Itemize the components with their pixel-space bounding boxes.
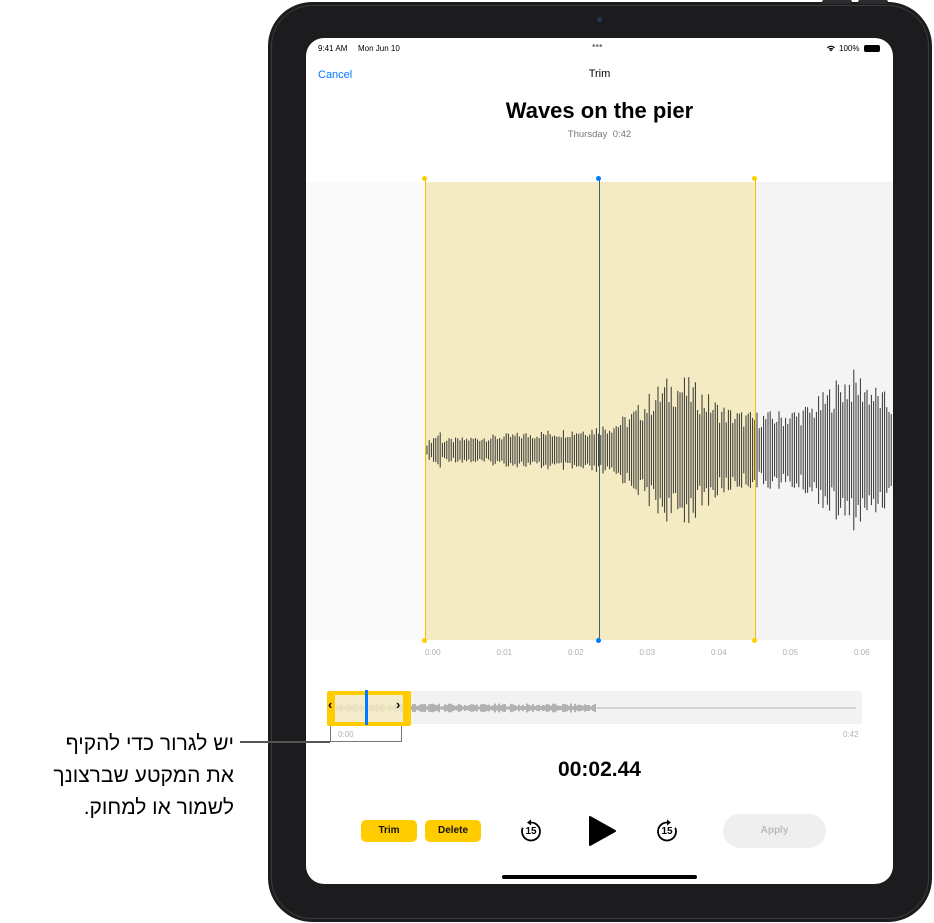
volume-button [822, 0, 852, 4]
callout-line-2: את המקטע שברצונך [53, 764, 234, 787]
timeline-tick: 0:00 [425, 648, 441, 657]
status-date: Mon Jun 10 [358, 44, 400, 53]
callout-line-1: יש לגרור כדי להקיף [65, 732, 234, 755]
playhead-bottom[interactable] [596, 638, 601, 643]
timeline-tick: 0:05 [782, 648, 799, 657]
recording-day: Thursday [567, 129, 608, 140]
chevron-right-icon[interactable]: › [396, 697, 400, 712]
timeline-tick: 0:03 [639, 648, 656, 657]
timeline-tick: 0:06 [854, 648, 870, 657]
battery-percent: 100% [839, 44, 860, 53]
recording-duration: 0:42 [612, 129, 632, 140]
skip-forward-label: 15 [661, 826, 673, 837]
callout-bracket [330, 726, 402, 742]
playhead-top[interactable] [596, 176, 601, 181]
skip-back-label: 15 [525, 826, 537, 837]
current-time: 00:02.44 [558, 758, 641, 781]
overview-playhead[interactable] [365, 690, 368, 725]
callout-line [240, 741, 330, 743]
volume-button [858, 0, 888, 4]
trim-handle-start-bottom[interactable] [422, 638, 427, 643]
home-indicator[interactable] [502, 875, 697, 879]
recording-title[interactable]: Waves on the pier [306, 98, 893, 124]
delete-button[interactable]: Delete [425, 820, 481, 842]
skip-back-15-icon[interactable]: 15 [518, 818, 544, 844]
apply-button[interactable]: Apply [723, 814, 826, 848]
status-time: 9:41 AM [318, 44, 348, 53]
wifi-icon [826, 44, 836, 54]
overview-end-label: 0:42 [843, 730, 859, 739]
trim-handle-end-bottom[interactable] [752, 638, 757, 643]
chevron-left-icon[interactable]: ‹ [328, 697, 332, 712]
playhead[interactable] [598, 178, 600, 642]
camera [597, 17, 602, 22]
skip-forward-15-icon[interactable]: 15 [654, 818, 680, 844]
multitask-dots[interactable]: ••• [592, 41, 603, 52]
callout-line-3: לשמור או למחוק. [83, 796, 234, 819]
recording-meta: Thursday 0:42 [306, 129, 893, 140]
nav-title: Trim [588, 68, 611, 80]
trim-handle-start[interactable] [424, 178, 426, 642]
trim-handle-end[interactable] [754, 178, 756, 642]
play-icon[interactable] [588, 815, 616, 852]
battery-icon [864, 45, 880, 52]
trim-handle-start-top[interactable] [422, 176, 427, 181]
timeline-tick: 0:01 [496, 648, 513, 657]
trim-button[interactable]: Trim [361, 820, 417, 842]
screen: 9:41 AM Mon Jun 10 ••• 100% Cancel Trim … [306, 38, 893, 884]
trim-handle-end-top[interactable] [752, 176, 757, 181]
timeline-tick: 0:04 [711, 648, 727, 657]
timeline-tick: 0:02 [568, 648, 584, 657]
waveform [426, 369, 892, 531]
